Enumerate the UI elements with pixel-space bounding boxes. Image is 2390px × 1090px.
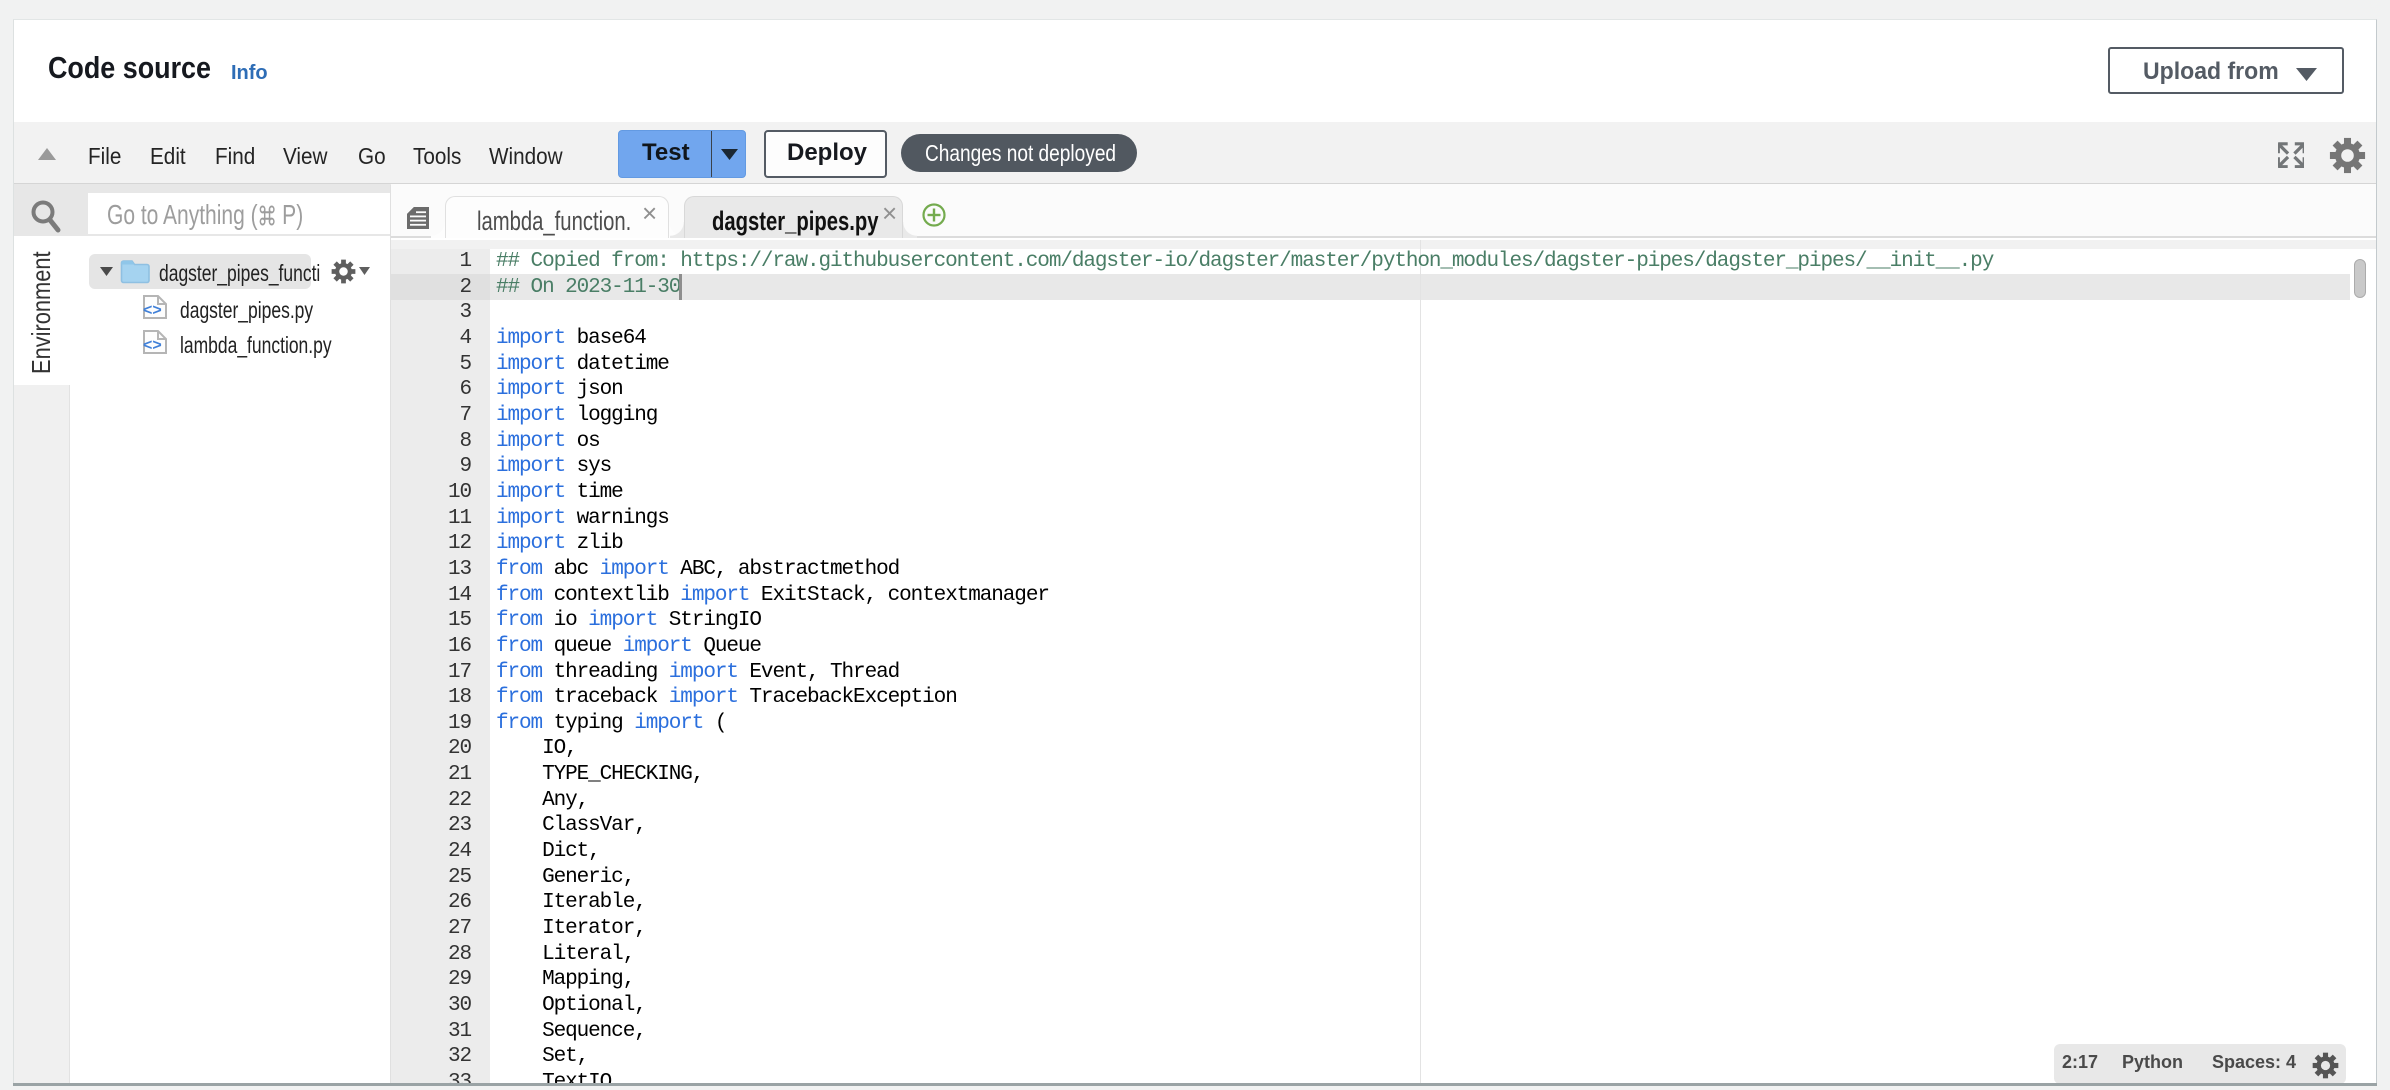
svg-text:<>: <> bbox=[143, 337, 162, 354]
svg-text:<>: <> bbox=[143, 302, 162, 319]
